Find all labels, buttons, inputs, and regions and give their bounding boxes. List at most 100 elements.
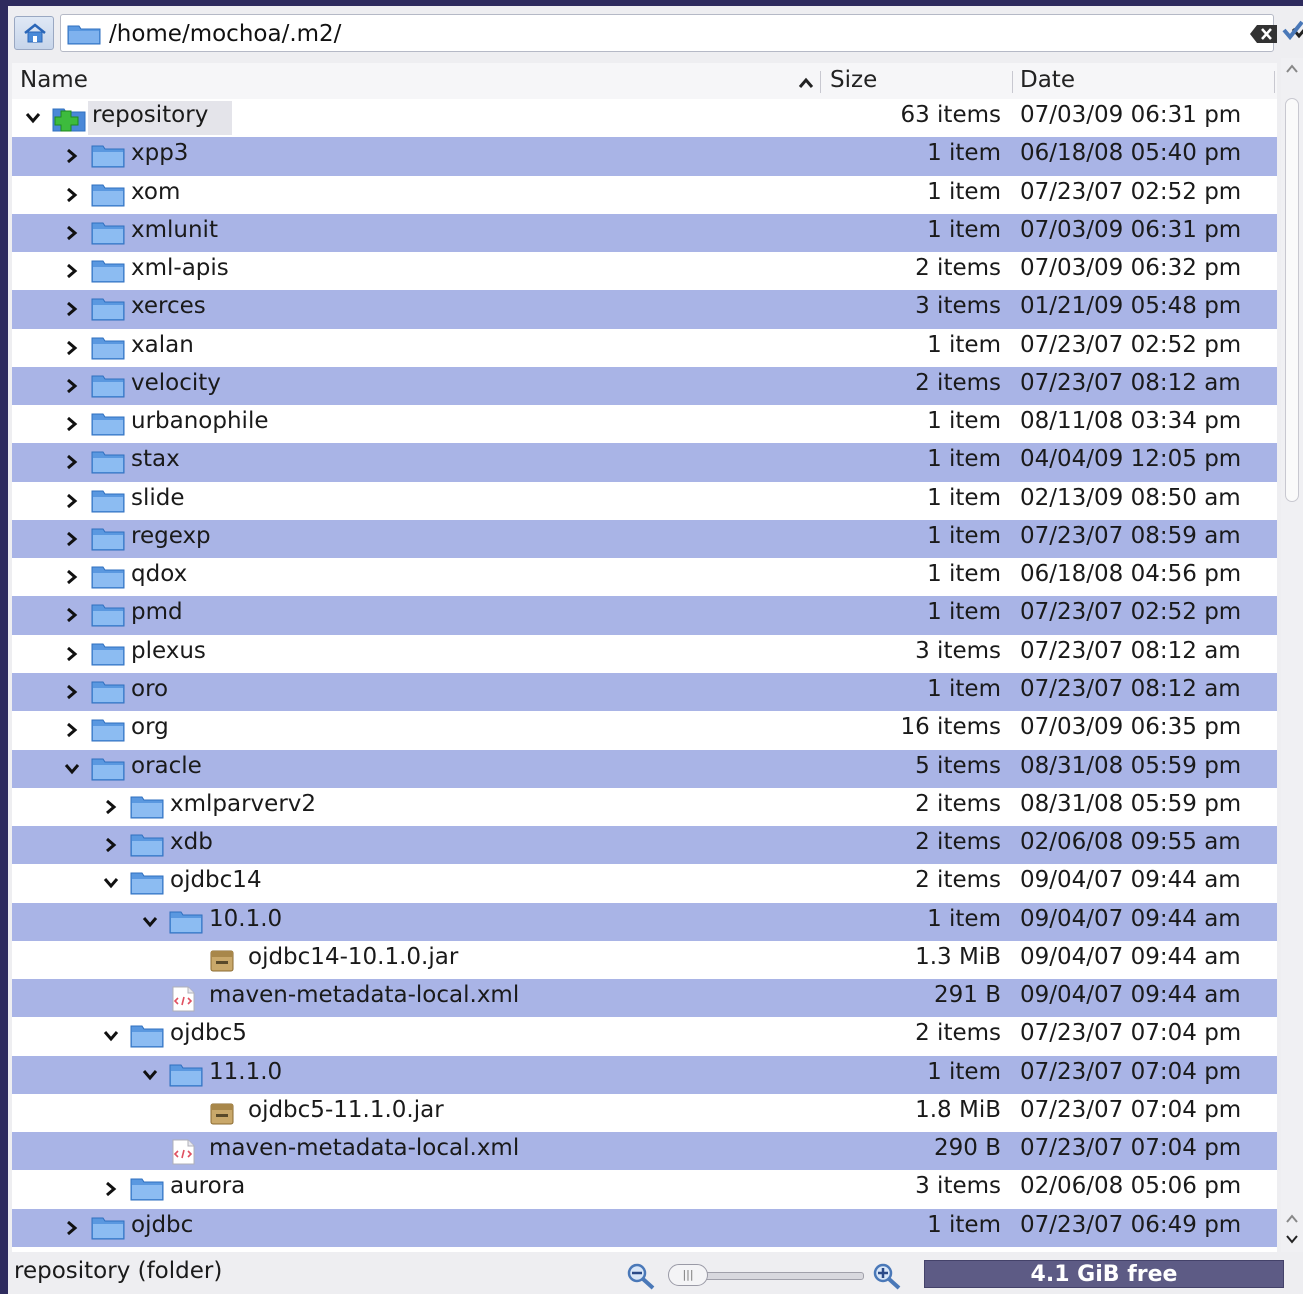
expand-down-arrow-icon[interactable] [141,1066,159,1084]
tree-row-folder[interactable]: xerces 3 items 01/21/09 05:48 pm [12,290,1277,329]
item-name: repository [92,102,209,128]
folder-icon [169,1064,203,1087]
collapse-right-arrow-icon[interactable] [63,262,81,280]
collapse-right-arrow-icon[interactable] [63,1219,81,1237]
tree-row-folder[interactable]: 10.1.0 1 item 09/04/07 09:44 am [12,902,1277,941]
folder-icon [91,490,125,513]
tree-row-folder[interactable]: oro 1 item 07/23/07 08:12 am [12,672,1277,712]
item-name: urbanophile [131,408,269,435]
scrollbar-thumb[interactable] [1285,98,1299,502]
free-space-bar: 4.1 GiB free [924,1260,1284,1288]
vertical-scrollbar[interactable] [1281,58,1303,1252]
collapse-right-arrow-icon[interactable] [63,147,81,165]
sort-ascending-icon[interactable] [798,77,814,89]
collapse-right-arrow-icon[interactable] [63,568,81,586]
tree-row-folder[interactable]: qdox 1 item 06/18/08 04:56 pm [12,558,1277,596]
item-size: 2 items [915,369,1001,396]
collapse-right-arrow-icon[interactable] [102,1180,120,1198]
zoom-out-icon[interactable] [626,1262,658,1290]
home-button[interactable] [14,16,54,50]
collapse-right-arrow-icon[interactable] [63,224,81,242]
item-size: 2 items [915,867,1001,894]
item-name: velocity [131,369,221,396]
tree-row-folder[interactable]: slide 1 item 02/13/09 08:50 am [12,482,1277,520]
tree-row-folder[interactable]: ojdbc 1 item 07/23/07 06:49 pm [12,1208,1277,1247]
expand-down-arrow-icon[interactable] [63,760,81,778]
collapse-right-arrow-icon[interactable] [63,645,81,663]
collapse-right-arrow-icon[interactable] [63,186,81,204]
tree-row-file[interactable]: maven-metadata-local.xml 291 B 09/04/07 09… [12,979,1277,1018]
scroll-down-icon[interactable] [1286,1234,1298,1244]
clear-text-icon[interactable] [1249,24,1279,44]
collapse-right-arrow-icon[interactable] [63,492,81,510]
column-header-date[interactable]: Date [1020,67,1075,93]
item-name: slide [131,484,185,511]
tree-row-folder[interactable]: xom 1 item 07/23/07 02:52 pm [12,176,1277,214]
item-size: 1 item [927,1058,1001,1085]
collapse-right-arrow-icon[interactable] [63,683,81,701]
tree-row-file[interactable]: ojdbc5-11.1.0.jar 1.8 MiB 07/23/07 07:04 p… [12,1094,1277,1132]
scroll-up-icon[interactable] [1286,64,1298,74]
zoom-in-icon[interactable] [872,1262,904,1290]
collapse-right-arrow-icon[interactable] [63,300,81,318]
item-size: 1 item [927,446,1001,473]
expand-down-arrow-icon[interactable] [141,913,159,931]
tree-row-folder[interactable]: xalan 1 item 07/23/07 02:52 pm [12,329,1277,367]
tree-row-file[interactable]: ojdbc14-10.1.0.jar 1.3 MiB 09/04/07 09:44 … [12,941,1277,979]
item-date: 08/11/08 03:34 pm [1020,408,1242,435]
item-date: 07/23/07 08:12 am [1020,675,1241,702]
tree-row-folder[interactable]: regexp 1 item 07/23/07 08:59 am [12,519,1277,559]
collapse-right-arrow-icon[interactable] [63,339,81,357]
item-date: 06/18/08 05:40 pm [1020,140,1242,167]
item-name: 10.1.0 [209,905,283,932]
tree-row-folder[interactable]: xdb 2 items 02/06/08 09:55 am [12,826,1277,865]
path-field[interactable]: /home/mochoa/.m2/ [60,14,1303,52]
item-name: xerces [131,293,206,320]
item-size: 1 item [927,675,1001,702]
tree-row-folder[interactable]: xmlunit 1 item 07/03/09 06:31 pm [12,213,1277,253]
tree-row-folder[interactable]: xpp3 1 item 06/18/08 05:40 pm [12,137,1277,176]
tree-row-folder[interactable]: stax 1 item 04/04/09 12:05 pm [12,443,1277,482]
jar-archive-icon [210,950,234,972]
expand-down-arrow-icon[interactable] [24,109,42,127]
checkmark-icon[interactable] [1282,20,1303,40]
collapse-right-arrow-icon[interactable] [63,415,81,433]
tree-row-folder[interactable]: repository 63 items 07/03/09 06:31 pm [12,99,1277,137]
collapse-right-arrow-icon[interactable] [102,798,120,816]
tree-row-folder[interactable]: 11.1.0 1 item 07/23/07 07:04 pm [12,1055,1277,1094]
collapse-right-arrow-icon[interactable] [63,377,81,395]
folder-icon [91,375,125,398]
tree-row-folder[interactable]: velocity 2 items 07/23/07 08:12 am [12,366,1277,406]
tree-row-folder[interactable]: aurora 3 items 02/06/08 05:06 pm [12,1170,1277,1208]
collapse-right-arrow-icon[interactable] [63,721,81,739]
collapse-right-arrow-icon[interactable] [102,836,120,854]
collapse-right-arrow-icon[interactable] [63,453,81,471]
zoom-slider-handle[interactable]: ||| [668,1264,708,1286]
tree-row-folder[interactable]: org 16 items 07/03/09 06:35 pm [12,711,1277,749]
folder-icon [91,528,125,551]
item-date: 06/18/08 04:56 pm [1020,561,1242,588]
tree-row-folder[interactable]: oracle 5 items 08/31/08 05:59 pm [12,749,1277,788]
column-header-name[interactable]: Name [20,67,88,93]
item-name: 11.1.0 [209,1058,283,1085]
tree-row-folder[interactable]: ojdbc5 2 items 07/23/07 07:04 pm [12,1017,1277,1055]
expand-down-arrow-icon[interactable] [102,1027,120,1045]
item-date: 07/23/07 07:04 pm [1020,1020,1242,1047]
item-name: pmd [131,599,183,626]
status-bar: repository (folder) ||| 4.1 GiB free [8,1254,1303,1294]
column-header-size[interactable]: Size [830,67,877,93]
scroll-up-icon[interactable] [1286,1214,1298,1224]
folder-icon [91,758,125,781]
collapse-right-arrow-icon[interactable] [63,606,81,624]
tree-row-folder[interactable]: xmlparverv2 2 items 08/31/08 05:59 pm [12,788,1277,826]
tree-row-folder[interactable]: xml-apis 2 items 07/03/09 06:32 pm [12,252,1277,290]
tree-row-folder[interactable]: pmd 1 item 07/23/07 02:52 pm [12,596,1277,635]
tree-row-file[interactable]: maven-metadata-local.xml 290 B 07/23/07 07… [12,1132,1277,1171]
item-name: ojdbc [131,1211,194,1238]
expand-down-arrow-icon[interactable] [102,874,120,892]
collapse-right-arrow-icon[interactable] [63,530,81,548]
tree-row-folder[interactable]: urbanophile 1 item 08/11/08 03:34 pm [12,405,1277,443]
tree-row-folder[interactable]: ojdbc14 2 items 09/04/07 09:44 am [12,864,1277,902]
item-name: ojdbc14 [170,867,262,894]
tree-row-folder[interactable]: plexus 3 items 07/23/07 08:12 am [12,635,1277,673]
